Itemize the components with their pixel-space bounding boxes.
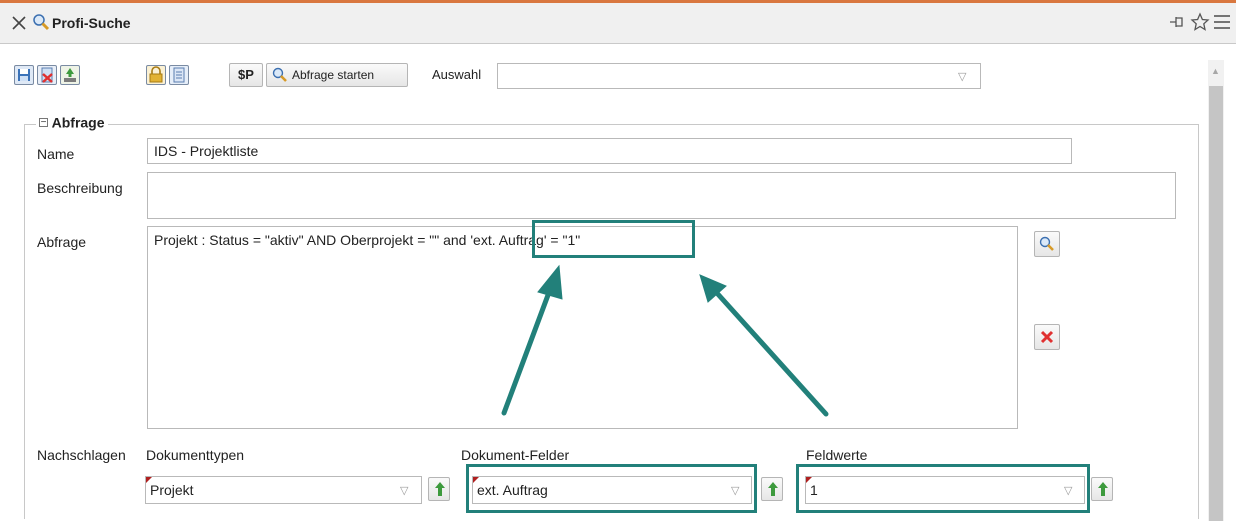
arrow-left-head (537, 264, 563, 300)
required-marker-icon (146, 477, 152, 483)
doctypes-insert-button[interactable] (428, 477, 450, 501)
fieldvalues-label: Feldwerte (806, 447, 868, 463)
arrow-left-line (501, 284, 554, 416)
annotation-arrows (501, 264, 829, 417)
arrow-right-line (713, 289, 829, 417)
fieldvalues-insert-button[interactable] (1091, 477, 1113, 501)
doctypes-value: Projekt (150, 482, 194, 498)
docfields-label: Dokument-Felder (461, 447, 570, 463)
lookup-label: Nachschlagen (37, 447, 126, 463)
chevron-down-icon[interactable]: ▽ (400, 484, 408, 497)
arrow-up-icon (1097, 481, 1109, 500)
arrow-up-icon (767, 481, 779, 500)
docfields-highlight-box (466, 464, 757, 513)
doctypes-combobox[interactable]: Projekt ▽ (145, 476, 422, 504)
arrow-up-icon (434, 481, 446, 500)
doctypes-label: Dokumenttypen (146, 447, 245, 463)
fieldvalues-highlight-box (796, 464, 1090, 513)
docfields-insert-button[interactable] (761, 477, 783, 501)
